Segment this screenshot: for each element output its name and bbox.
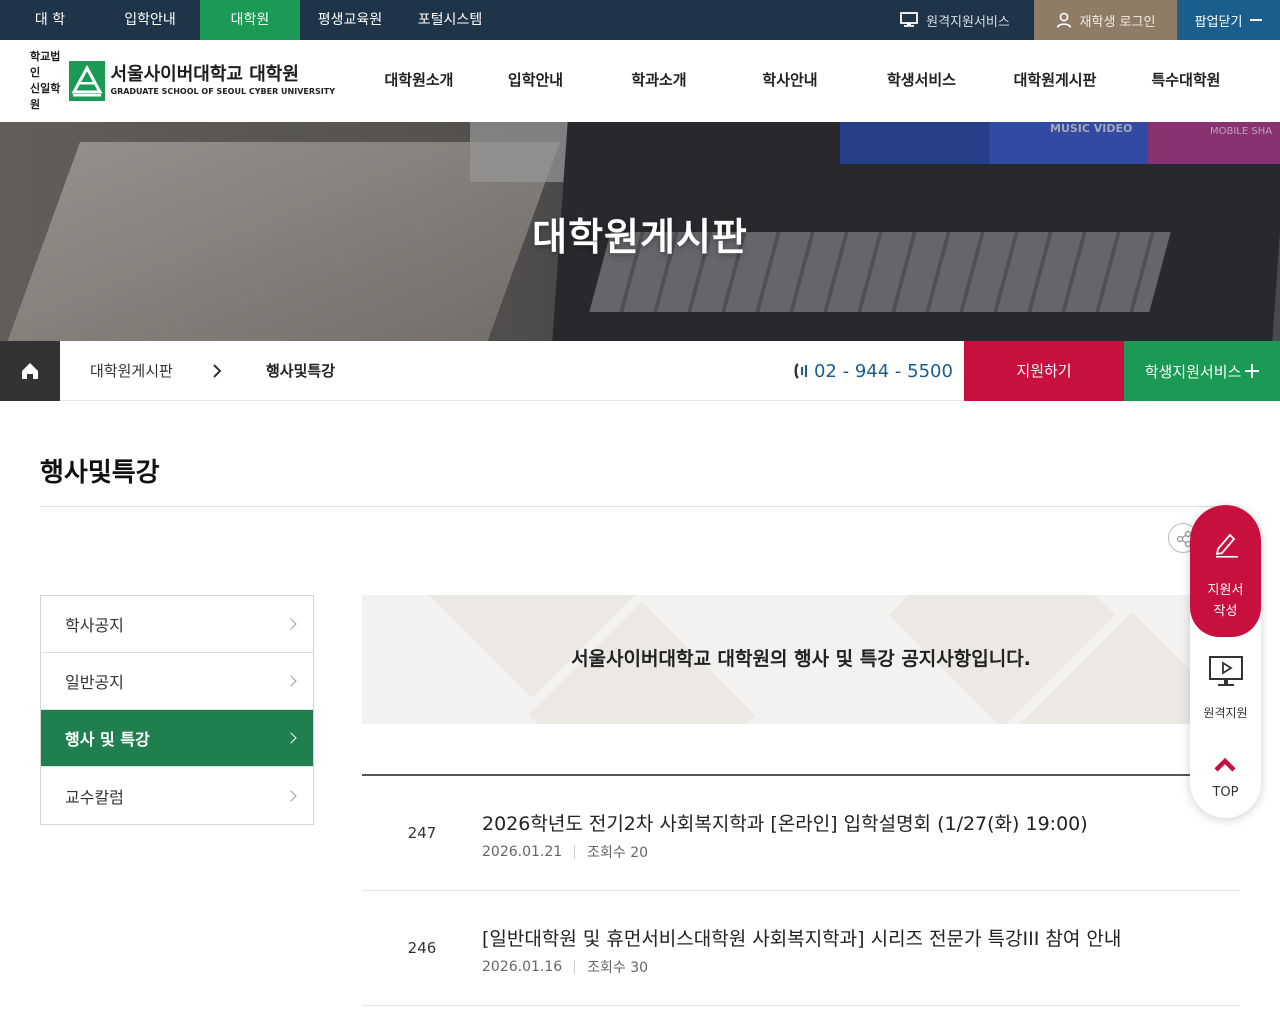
write-application-label: 지원서 작성 bbox=[1190, 580, 1261, 622]
logo-name-korean: 서울사이버대학교 대학원 bbox=[110, 64, 299, 85]
gnb-item-student-service[interactable]: 학생서비스 bbox=[850, 40, 993, 122]
remote-support-quick-label: 원격지원 bbox=[1203, 706, 1248, 720]
pencil-icon bbox=[1215, 533, 1238, 558]
side-menu-label: 교수칼럼 bbox=[65, 787, 124, 807]
scroll-top-label: TOP bbox=[1212, 785, 1239, 800]
side-menu-item-professor-column[interactable]: 교수칼럼 bbox=[41, 767, 313, 824]
remote-support-label: 원격지원서비스 bbox=[926, 14, 1010, 30]
monitor-play-icon bbox=[1209, 656, 1243, 686]
home-icon bbox=[22, 363, 38, 379]
hero-title: 대학원게시판 bbox=[532, 215, 748, 259]
gnb-item-departments[interactable]: 학과소개 bbox=[588, 40, 730, 122]
chevron-up-icon bbox=[1214, 757, 1236, 772]
quick-menu: 지원서 작성 원격지원 TOP bbox=[1190, 505, 1261, 818]
site-logo[interactable]: 학교법인 신일학원 서울사이버대학교 대학원 GRADUATE SCHOOL O… bbox=[30, 50, 336, 111]
contact-phone: 02 - 944 - 5500 bbox=[792, 341, 953, 401]
side-menu: 학사공지 일반공지 행사 및 특강 교수칼럼 bbox=[40, 595, 314, 825]
side-menu-item-general-notice[interactable]: 일반공지 bbox=[41, 653, 313, 710]
student-login-button[interactable]: 재학생 로그인 bbox=[1034, 0, 1177, 40]
side-menu-label: 행사 및 특강 bbox=[65, 730, 150, 749]
breadcrumb-item-current[interactable]: 행사및특강 bbox=[266, 341, 335, 401]
topbar-link-lifelong-education[interactable]: 평생교육원 bbox=[300, 0, 400, 40]
chevron-right-icon bbox=[213, 364, 222, 378]
post-subject-link[interactable]: [일반대학원 및 휴먼서비스대학원 사회복지학과] 시리즈 전문가 특강III … bbox=[482, 924, 1121, 951]
board-intro-text: 서울사이버대학교 대학원의 행사 및 특강 공지사항입니다. bbox=[571, 648, 1031, 670]
family-site-links: 대 학 입학안내 대학원 평생교육원 포털시스템 bbox=[0, 0, 500, 40]
student-service-button[interactable]: 학생지원서비스 bbox=[1124, 341, 1280, 401]
title-divider bbox=[40, 506, 1240, 507]
side-menu-label: 일반공지 bbox=[65, 673, 124, 692]
breadcrumb-item-board[interactable]: 대학원게시판 bbox=[90, 341, 173, 401]
board-intro-banner: 서울사이버대학교 대학원의 행사 및 특강 공지사항입니다. bbox=[362, 595, 1240, 724]
monitor-icon bbox=[900, 12, 919, 27]
student-service-label: 학생지원서비스 bbox=[1144, 362, 1242, 381]
gnb-item-special-graduate[interactable]: 특수대학원 bbox=[1117, 40, 1255, 122]
topbar-link-university[interactable]: 대 학 bbox=[0, 0, 100, 40]
apply-button[interactable]: 지원하기 bbox=[964, 341, 1124, 401]
contact-phone-number: 02 - 944 - 5500 bbox=[814, 360, 953, 382]
scroll-top-button[interactable]: TOP bbox=[1190, 753, 1261, 803]
meta-divider bbox=[574, 960, 576, 974]
post-views: 조회수 30 bbox=[587, 960, 649, 976]
post-number: 247 bbox=[407, 824, 437, 842]
page-title: 행사및특강 bbox=[40, 458, 160, 488]
logo-name-english: GRADUATE SCHOOL OF SEOUL CYBER UNIVERSIT… bbox=[110, 87, 336, 96]
main-navigation: 대학원소개 입학안내 학과소개 학사안내 학생서비스 대학원게시판 특수대학원 bbox=[355, 40, 1255, 122]
top-utility-bar: 대 학 입학안내 대학원 평생교육원 포털시스템 원격지원서비스 재학생 로그인… bbox=[0, 0, 1280, 40]
side-menu-item-academic-notice[interactable]: 학사공지 bbox=[41, 596, 313, 653]
post-row[interactable]: 247 2026학년도 전기2차 사회복지학과 [온라인] 입학설명회 (1/2… bbox=[362, 776, 1240, 891]
gnb-item-academic[interactable]: 학사안내 bbox=[730, 40, 850, 122]
hero-banner: MUSIC VIDEO MOBILE SHA 대학원게시판 bbox=[0, 122, 1280, 341]
post-row[interactable]: 246 [일반대학원 및 휴먼서비스대학원 사회복지학과] 시리즈 전문가 특강… bbox=[362, 891, 1240, 1006]
topbar-link-portal[interactable]: 포털시스템 bbox=[400, 0, 500, 40]
side-menu-item-events-lectures[interactable]: 행사 및 특강 bbox=[41, 710, 313, 767]
logo-text: 서울사이버대학교 대학원 GRADUATE SCHOOL OF SEOUL CY… bbox=[111, 64, 336, 98]
write-application-label-line2: 작성 bbox=[1213, 604, 1238, 619]
topbar-link-admission[interactable]: 입학안내 bbox=[100, 0, 200, 40]
gnb-item-admission[interactable]: 입학안내 bbox=[483, 40, 588, 122]
logo-foundation-line1: 학교법인 bbox=[30, 50, 61, 79]
user-icon bbox=[1056, 12, 1071, 28]
post-number: 246 bbox=[407, 939, 437, 957]
logo-foundation-line2: 신일학원 bbox=[30, 82, 61, 111]
topbar-right-group: 원격지원서비스 재학생 로그인 팝업닫기 bbox=[876, 0, 1280, 40]
gnb-item-graduate-board[interactable]: 대학원게시판 bbox=[993, 40, 1117, 122]
meta-divider bbox=[574, 845, 576, 859]
location-bar: 대학원게시판 행사및특강 02 - 944 - 5500 지원하기 학생지원서비… bbox=[0, 341, 1280, 401]
chevron-right-icon bbox=[285, 618, 297, 630]
write-application-button[interactable]: 지원서 작성 bbox=[1190, 505, 1261, 637]
post-date: 2026.01.16 bbox=[482, 959, 563, 975]
home-button[interactable] bbox=[0, 341, 60, 401]
chevron-right-icon bbox=[285, 675, 297, 687]
logo-mark-icon bbox=[68, 61, 105, 101]
gnb-item-graduate-intro[interactable]: 대학원소개 bbox=[355, 40, 483, 122]
chevron-right-icon bbox=[285, 789, 297, 802]
post-date: 2026.01.21 bbox=[482, 844, 563, 860]
popup-close-label: 팝업닫기 bbox=[1194, 14, 1243, 30]
popup-close-button[interactable]: 팝업닫기 bbox=[1177, 0, 1280, 40]
student-login-label: 재학생 로그인 bbox=[1079, 14, 1156, 30]
chevron-right-icon bbox=[285, 732, 297, 744]
topbar-link-graduate[interactable]: 대학원 bbox=[200, 0, 300, 40]
post-meta: 2026.01.21 조회수 20 bbox=[482, 842, 648, 862]
side-menu-label: 학사공지 bbox=[65, 616, 124, 635]
post-meta: 2026.01.16 조회수 30 bbox=[482, 957, 648, 977]
minus-icon bbox=[1250, 19, 1263, 21]
write-application-label-line1: 지원서 bbox=[1207, 583, 1244, 598]
phone-icon bbox=[794, 363, 807, 379]
plus-icon bbox=[1245, 364, 1260, 378]
remote-support-link[interactable]: 원격지원서비스 bbox=[876, 0, 1034, 40]
post-subject-link[interactable]: 2026학년도 전기2차 사회복지학과 [온라인] 입학설명회 (1/27(화)… bbox=[482, 809, 1088, 836]
post-list: 247 2026학년도 전기2차 사회복지학과 [온라인] 입학설명회 (1/2… bbox=[362, 774, 1240, 1006]
logo-foundation: 학교법인 신일학원 bbox=[30, 49, 67, 113]
post-views: 조회수 20 bbox=[587, 845, 649, 861]
remote-support-quick-button[interactable]: 원격지원 bbox=[1190, 655, 1261, 725]
site-header: 학교법인 신일학원 서울사이버대학교 대학원 GRADUATE SCHOOL O… bbox=[0, 40, 1280, 122]
